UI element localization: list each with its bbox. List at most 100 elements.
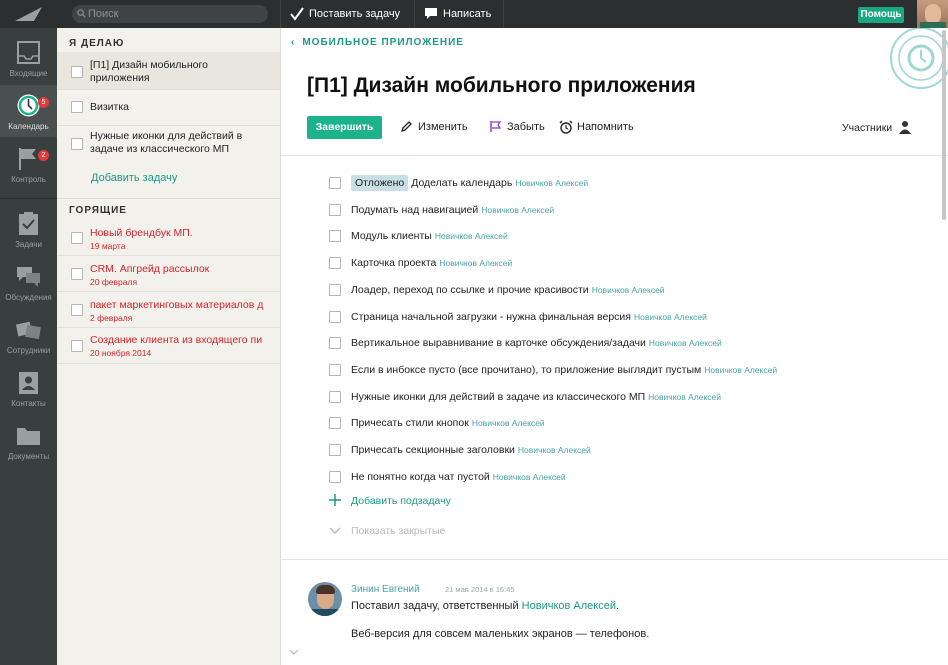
remind-label: Напомнить [577,121,634,133]
subtask-checkbox[interactable] [329,364,341,376]
show-closed-button[interactable]: Показать закрытые [329,525,445,537]
task-title: Нужные иконки для действий в задаче из к… [90,130,243,155]
assignee-link[interactable]: Новичков Алексей [439,258,512,268]
task-checkbox[interactable] [71,66,83,78]
new-task-button[interactable]: Поставить задачу [290,0,400,28]
breadcrumb[interactable]: ‹ МОБИЛЬНОЕ ПРИЛОЖЕНИЕ [291,37,464,48]
comment-text: Поставил задачу, ответственный Новичков … [351,600,619,612]
nav-control[interactable]: 2 Контроль [0,138,57,190]
divider [0,198,57,199]
nav-inbox[interactable]: Входящие [0,32,57,84]
divider [414,0,415,28]
stamp-icon [890,28,948,89]
subtask-content: Если в инбоксе пусто (все прочитано), то… [351,364,777,376]
add-task-link[interactable]: Добавить задачу [91,172,177,184]
logo-icon[interactable] [14,5,44,23]
task-title: пакет маркетинговых материалов д [90,299,264,311]
subtask-checkbox[interactable] [329,471,341,483]
subtask-checkbox[interactable] [329,177,341,189]
search-input[interactable]: Поиск [72,5,268,23]
subtask-content: Не понятно когда чат пустой Новичков Алек… [351,471,566,483]
assignee-link[interactable]: Новичков Алексей [592,285,665,295]
folder-icon [17,428,40,445]
flag-icon [19,148,36,170]
task-title: Создание клиента из входящего пи [90,334,263,346]
assignee-link[interactable]: Новичков Алексей [493,472,566,482]
subtask-checkbox[interactable] [329,204,341,216]
task-list-item[interactable]: Нужные иконки для действий в задаче из к… [57,126,280,162]
add-subtask-label: Добавить подзадачу [351,495,451,507]
chevron-down-icon[interactable] [289,649,299,655]
nav-discussions[interactable]: Обсуждения [0,256,57,308]
show-closed-label: Показать закрытые [351,525,446,537]
task-list-item[interactable]: [П1] Дизайн мобильного приложения [57,52,280,90]
nav-contacts[interactable]: Контакты [0,362,57,414]
subtask-text: Подумать над навигацией [351,204,479,216]
inbox-icon [17,41,40,64]
status-badge: Отложено [351,175,409,191]
scrollbar-thumb[interactable] [942,30,946,220]
comment-author[interactable]: Зинин Евгений [351,584,420,595]
subtask-checkbox[interactable] [329,391,341,403]
notification-badge: 2 [38,150,49,161]
assignee-link[interactable]: Новичков Алексей [481,205,554,215]
assignee-link[interactable]: Новичков Алексей [704,365,777,375]
assignee-link[interactable]: Новичков Алексей [518,445,591,455]
task-list-panel: Я ДЕЛАЮ [П1] Дизайн мобильного приложени… [57,28,281,665]
subtask-checkbox[interactable] [329,337,341,349]
subtask-checkbox[interactable] [329,444,341,456]
assignee-link[interactable]: Новичков Алексей [435,231,508,241]
members-button[interactable]: Участники [842,122,892,134]
complete-button[interactable]: Завершить [307,116,382,139]
subtask-text: Если в инбоксе пусто (все прочитано), то… [351,364,702,376]
task-checkbox[interactable] [71,304,83,316]
plus-icon [329,494,341,506]
avatar-face [925,4,941,24]
write-button[interactable]: Написать [424,0,491,28]
flag-icon [490,121,502,132]
task-list-item[interactable]: Создание клиента из входящего пи 20 нояб… [57,328,280,364]
nav-tasks[interactable]: Задачи [0,203,57,255]
subtask-content: Карточка проекта Новичков Алексей [351,257,512,269]
avatar[interactable] [308,582,342,616]
nav-employees[interactable]: Сотрудники [0,309,57,361]
person-icon[interactable] [898,120,912,134]
subtask-checkbox[interactable] [329,417,341,429]
task-checkbox[interactable] [71,268,83,280]
subtask-checkbox[interactable] [329,257,341,269]
task-checkbox[interactable] [71,101,83,113]
nav-documents[interactable]: Документы [0,415,57,467]
comment-text-prefix: Поставил задачу, ответственный [351,600,519,612]
subtask-content: Модуль клиенты Новичков Алексей [351,230,508,242]
assignee-link[interactable]: Новичков Алексей [522,600,616,612]
edit-label: Изменить [418,121,468,133]
user-avatar[interactable] [917,0,948,28]
search-icon [77,9,86,18]
task-checkbox[interactable] [71,232,83,244]
subtask-checkbox[interactable] [329,230,341,242]
task-list-item[interactable]: пакет маркетинговых материалов д 2 февра… [57,292,280,328]
help-button[interactable]: Помощь [858,7,904,23]
task-list-item[interactable]: Новый брендбук МП. 19 марта [57,220,280,256]
nav-label: Контроль [11,175,46,184]
task-title: Новый брендбук МП. [90,227,193,239]
remind-button[interactable]: Напомнить [559,120,634,134]
assignee-link[interactable]: Новичков Алексей [648,392,721,402]
assignee-link[interactable]: Новичков Алексей [472,418,545,428]
assignee-link[interactable]: Новичков Алексей [515,178,588,188]
add-subtask-button[interactable]: Добавить подзадачу [329,494,451,507]
scrollbar[interactable] [941,28,947,665]
nav-label: Задачи [15,240,42,249]
task-checkbox[interactable] [71,340,83,352]
forget-button[interactable]: Забыть [490,121,545,133]
assignee-link[interactable]: Новичков Алексей [649,338,722,348]
task-list-item[interactable]: CRM. Апгрейд рассылок 20 февраля [57,256,280,292]
task-checkbox[interactable] [71,138,83,150]
subtask-checkbox[interactable] [329,284,341,296]
subtask-checkbox[interactable] [329,311,341,323]
edit-button[interactable]: Изменить [400,121,468,133]
nav-calendar[interactable]: 5 Календарь [0,85,57,137]
assignee-link[interactable]: Новичков Алексей [634,312,707,322]
task-list-item[interactable]: Визитка [57,90,280,126]
subtask-text: Карточка проекта [351,257,437,269]
